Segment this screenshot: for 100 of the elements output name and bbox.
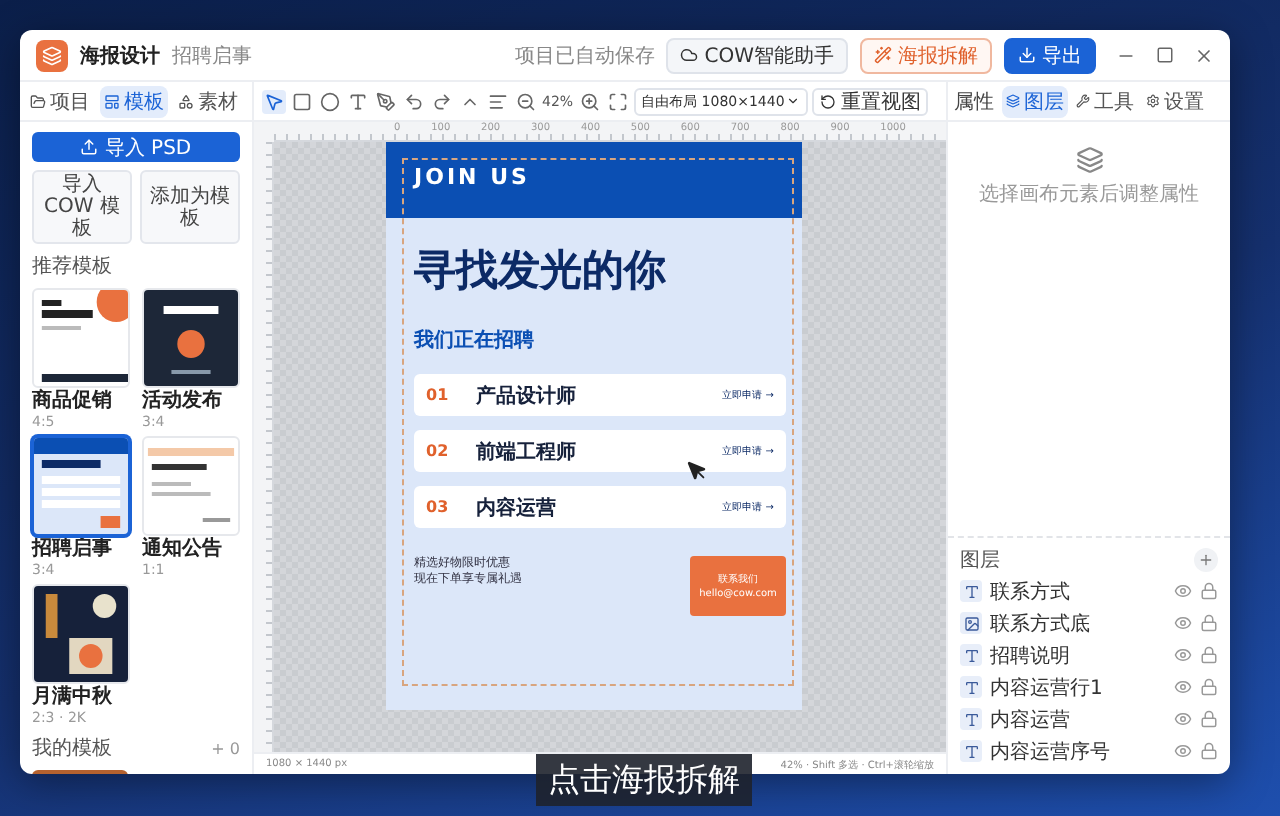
tool-button[interactable]: [577, 89, 602, 113]
tool-button[interactable]: [262, 89, 286, 113]
template-name: 月满中秋: [32, 686, 114, 708]
job-number: 01: [426, 386, 449, 404]
panel-tab[interactable]: 模板: [100, 85, 168, 117]
tool-button[interactable]: [486, 89, 510, 113]
tool-button[interactable]: [402, 89, 426, 113]
tool-button[interactable]: [318, 89, 342, 113]
tool-button[interactable]: [430, 89, 454, 113]
rectangle-tool-icon: [292, 91, 312, 111]
template-action-button[interactable]: 导入 COW 模板: [32, 170, 132, 244]
lock-icon[interactable]: [1200, 582, 1218, 600]
app-name: 海报设计: [80, 43, 160, 69]
lock-icon[interactable]: [1200, 742, 1218, 760]
shapes-icon: [178, 93, 194, 109]
magic-wand-icon: [874, 46, 892, 64]
section-title: 图层: [960, 548, 1000, 574]
job-number: 03: [426, 498, 449, 516]
poster-header-text: JOIN US: [414, 164, 530, 190]
tool-button[interactable]: [346, 89, 370, 113]
image-layer-icon: [963, 615, 979, 631]
section-title: 推荐模板: [32, 253, 112, 280]
cursor-icon: [686, 460, 708, 482]
visibility-icon[interactable]: [1174, 710, 1192, 728]
pen-tool-icon: [376, 91, 396, 111]
toolbar-button[interactable]: COW智能助手: [666, 37, 848, 73]
pointer-tool-icon: [264, 91, 284, 111]
settings-icon: [1146, 94, 1160, 108]
visibility-icon[interactable]: [1174, 614, 1192, 632]
tool-button[interactable]: [290, 89, 314, 113]
template-name: 通知公告: [142, 538, 224, 560]
plus-icon: [1198, 552, 1214, 568]
poster-headline: 寻找发光的你: [414, 244, 668, 298]
lock-icon[interactable]: [1200, 678, 1218, 696]
visibility-icon[interactable]: [1174, 678, 1192, 696]
template-action-button[interactable]: 添加为模板: [140, 170, 240, 244]
template-name: 商品促销: [32, 390, 114, 412]
panel-tab[interactable]: 设置: [1142, 85, 1208, 117]
fit-screen-icon: [607, 91, 628, 111]
redo-icon: [432, 91, 452, 111]
text-layer-icon: [963, 583, 979, 599]
layers-icon: [1006, 94, 1020, 108]
visibility-icon[interactable]: [1174, 582, 1192, 600]
layer-name[interactable]: 内容运营序号: [990, 737, 1166, 765]
job-title: 产品设计师: [476, 383, 579, 409]
text-tool-icon: [348, 91, 368, 111]
job-number: 02: [426, 442, 449, 460]
panel-tab[interactable]: 图层: [1002, 85, 1068, 117]
folder-icon: [30, 93, 46, 109]
panel-tab[interactable]: 项目: [26, 85, 94, 117]
maximize-icon[interactable]: [1156, 46, 1174, 64]
template-icon: [104, 93, 120, 109]
visibility-icon[interactable]: [1174, 742, 1192, 760]
save-status: 项目已自动保存: [514, 43, 655, 69]
template-thumbnail-drawing: [34, 438, 128, 534]
layer-name[interactable]: 招聘说明: [990, 641, 1166, 669]
toolbar-button[interactable]: 导出: [1004, 37, 1096, 73]
reset-icon: [820, 93, 837, 109]
download-icon: [1018, 46, 1036, 64]
chevron-down-icon: [786, 94, 801, 108]
layer-name[interactable]: 内容运营行1: [990, 673, 1166, 701]
panel-title: 属性: [954, 89, 994, 115]
panel-tab[interactable]: 工具: [1072, 85, 1138, 117]
align-left-icon: [488, 91, 508, 111]
empty-hint: 选择画布元素后调整属性: [979, 181, 1199, 208]
poster-subhead: 我们正在招聘: [414, 327, 536, 354]
layers-icon: [1075, 146, 1103, 174]
lock-icon[interactable]: [1200, 614, 1218, 632]
text-layer-icon: [963, 743, 979, 759]
layer-name[interactable]: 联系方式底: [990, 609, 1166, 637]
cloud-icon: [680, 46, 699, 64]
template-name: 招聘启事: [32, 538, 114, 560]
close-icon[interactable]: [1194, 45, 1214, 65]
panel-tab[interactable]: 素材: [174, 85, 242, 117]
reset-view-button[interactable]: 重置视图: [812, 87, 929, 115]
add-layer-button[interactable]: [1194, 548, 1218, 572]
layer-name[interactable]: 内容运营: [990, 705, 1166, 733]
document-name: 招聘启事: [172, 43, 252, 69]
job-title: 前端工程师: [476, 439, 579, 465]
zoom-in-icon: [579, 91, 600, 111]
template-count: + 0: [211, 739, 240, 757]
ellipse-tool-icon: [320, 91, 340, 111]
layer-name[interactable]: 联系方式: [990, 577, 1166, 605]
import-psd-button[interactable]: 导入 PSD: [32, 132, 240, 162]
text-layer-icon: [963, 647, 979, 663]
tool-button[interactable]: [374, 89, 398, 113]
lock-icon[interactable]: [1200, 646, 1218, 664]
tool-button[interactable]: [605, 89, 630, 113]
text-layer-icon: [963, 679, 979, 695]
tool-button[interactable]: [514, 89, 538, 113]
zoom-out-icon: [516, 91, 536, 111]
lock-icon[interactable]: [1200, 710, 1218, 728]
template-thumbnail[interactable]: [32, 436, 130, 536]
section-title: 我的模板: [32, 735, 112, 762]
undo-icon: [404, 91, 424, 111]
visibility-icon[interactable]: [1174, 646, 1192, 664]
upload-icon: [80, 138, 99, 156]
caption: 点击海报拆解: [536, 754, 752, 806]
wrench-icon: [1076, 94, 1090, 108]
job-title: 内容运营: [476, 494, 559, 521]
